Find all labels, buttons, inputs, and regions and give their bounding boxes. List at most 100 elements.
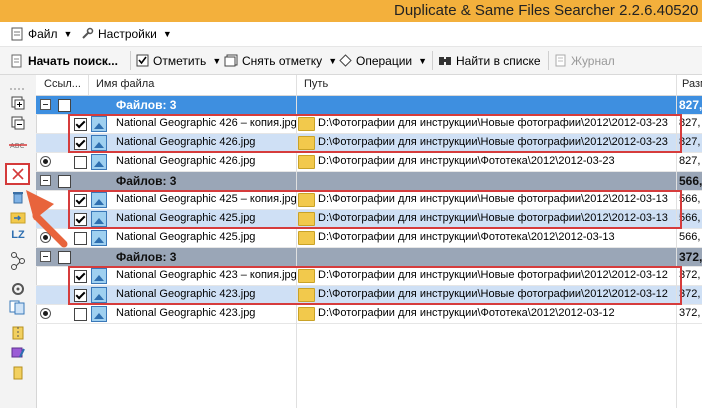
journal-icon [555,54,566,67]
group-row[interactable]: Файлов: 3 566, [36,172,702,191]
row-checkbox[interactable] [74,156,87,169]
image-file-icon [91,154,107,170]
table-row[interactable]: National Geographic 425.jpg D:\Фотографи… [36,229,702,248]
export-button[interactable] [8,363,28,383]
copy-button[interactable] [8,297,28,317]
group-label: Файлов: 3 [116,250,177,264]
chevron-down-icon: ▼ [162,29,172,39]
column-header-link[interactable]: Ссыл... [44,78,81,90]
highlight-box [68,114,682,153]
chevron-down-icon: ▼ [328,55,338,66]
highlight-box [68,190,682,229]
file-name: National Geographic 425.jpg [116,231,256,243]
file-size: 372, [679,307,701,319]
collapse-toggle-icon[interactable] [40,175,51,186]
file-size: 827, [679,155,701,167]
column-header-filename[interactable]: Имя файла [96,78,154,90]
menu-bar: Файл ▼ Настройки ▼ [0,22,702,47]
file-size: 372, [679,269,701,281]
journal-button[interactable]: Журнал [554,51,615,70]
journal-label: Журнал [571,53,615,68]
group-checkbox[interactable] [58,175,71,188]
file-path: D:\Фотографии для инструкции\Фототека\20… [318,307,615,319]
column-divider [296,75,297,95]
link-nodes-icon [11,252,25,270]
checkbox-checked-icon [136,54,149,67]
lz-button[interactable]: LZ [8,225,28,245]
row-checkbox[interactable] [74,232,87,245]
column-divider [676,75,677,95]
group-size: 372, [679,250,702,264]
checkbox-empty-icon [224,54,238,67]
spellcheck-button[interactable]: ABC [8,135,28,155]
column-header-size[interactable]: Разм [682,78,702,90]
table-row[interactable]: National Geographic 426.jpg D:\Фотографи… [36,153,702,172]
file-name: National Geographic 426.jpg [116,155,256,167]
file-icon [11,27,23,41]
group-label: Файлов: 3 [116,174,177,188]
start-search-button[interactable]: Начать поиск... [10,51,118,70]
original-file-marker-icon [40,308,51,319]
file-path: D:\Фотографии для инструкции\Фототека\20… [318,155,615,167]
menu-file-label: Файл [28,27,58,41]
mark-button[interactable]: Отметить ▼ [136,51,221,70]
chevron-down-icon: ▼ [418,55,428,66]
file-size: 827, [679,117,701,129]
gear-compare-icon [12,283,24,295]
chevron-down-icon: ▼ [63,29,73,39]
collapse-toggle-icon[interactable] [40,99,51,110]
mark-label: Отметить [153,53,207,68]
hardlink-button[interactable] [8,251,28,271]
unmark-label: Снять отметку [242,53,323,68]
collapse-all-icon [11,116,25,130]
file-path: D:\Фотографии для инструкции\Фототека\20… [318,231,615,243]
menu-file[interactable]: Файл ▼ [10,25,72,43]
side-toolbar: ABC LZ [0,75,37,408]
delete-files-button[interactable] [5,163,30,185]
move-to-folder-button[interactable] [8,207,28,227]
menu-settings[interactable]: Настройки ▼ [80,25,172,43]
group-row[interactable]: Файлов: 3 827, [36,96,702,115]
folder-arrow-icon [10,212,26,224]
column-header-path[interactable]: Путь [304,78,328,90]
menu-settings-label: Настройки [98,27,157,41]
row-checkbox[interactable] [74,308,87,321]
collapse-toggle-icon[interactable] [40,251,51,262]
file-size: 566, [679,231,701,243]
column-divider [88,75,89,95]
rename-button[interactable] [8,343,28,363]
group-row[interactable]: Файлов: 3 372, [36,248,702,267]
operations-button[interactable]: Операции ▼ [339,51,427,70]
file-size: 566, [679,193,701,205]
find-in-list-label: Найти в списке [456,53,541,68]
group-checkbox[interactable] [58,99,71,112]
collapse-all-button[interactable] [8,113,28,133]
folder-icon [298,231,315,245]
find-in-list-button[interactable]: Найти в списке [438,51,541,70]
compare-button[interactable] [8,279,28,299]
archive-button[interactable] [8,323,28,343]
archive-icon [12,326,24,340]
group-checkbox[interactable] [58,251,71,264]
expand-all-button[interactable] [8,93,28,113]
file-name: National Geographic 423.jpg [116,307,256,319]
file-size: 372, [679,288,701,300]
folder-icon [298,307,315,321]
main-toolbar: Начать поиск... Отметить ▼ Снять отметку… [0,47,702,75]
file-size: 566, [679,212,701,224]
table-row[interactable]: National Geographic 423.jpg D:\Фотографи… [36,305,702,324]
original-file-marker-icon [40,156,51,167]
recycle-bin-button[interactable] [8,187,28,207]
grid-header: Ссыл... Имя файла Путь Разм [36,75,702,96]
strikethrough-text-icon: ABC [9,142,27,150]
title-bar: Duplicate & Same Files Searcher 2.2.6.40… [0,0,702,22]
lz-label: LZ [11,229,25,241]
unmark-button[interactable]: Снять отметку ▼ [224,51,337,70]
copy-files-icon [9,300,25,315]
toolbar-divider [432,51,433,70]
start-search-label: Начать поиск... [28,53,118,68]
binoculars-icon [439,57,451,65]
operations-label: Операции [356,53,413,68]
image-file-icon [91,306,107,322]
group-size: 827, [679,98,702,112]
